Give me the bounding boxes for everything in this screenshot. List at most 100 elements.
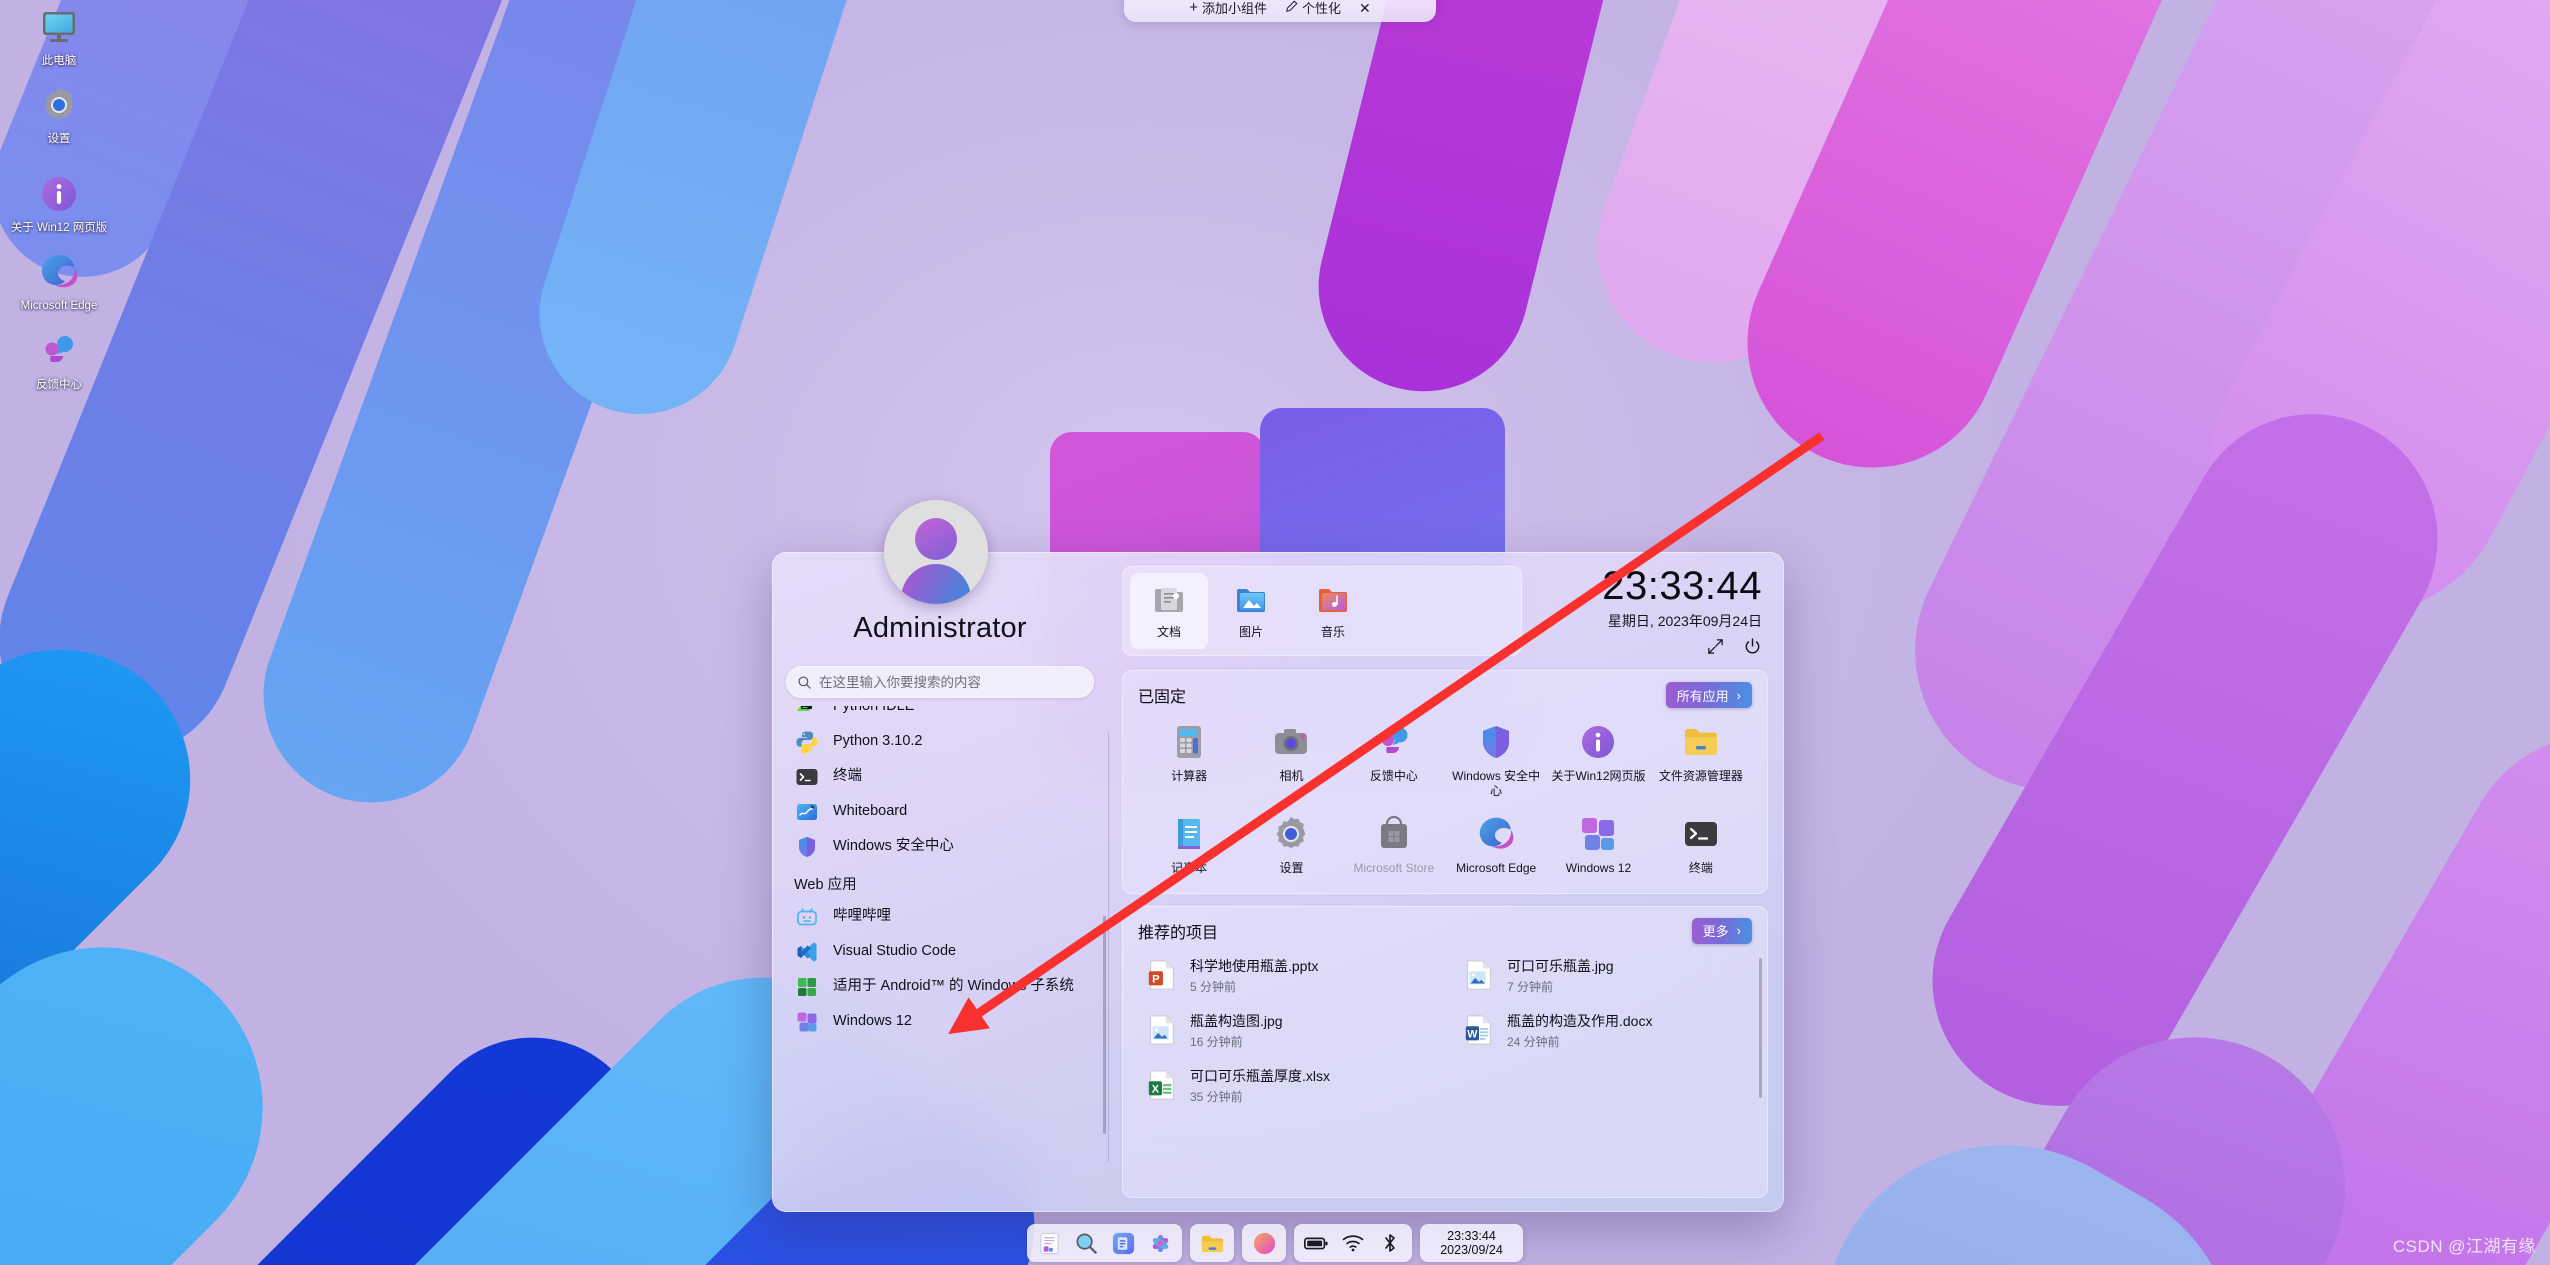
app-list-item-windows12[interactable]: Windows 12: [790, 1004, 1098, 1039]
quick-folder-label: 音乐: [1320, 625, 1345, 639]
recommended-item[interactable]: W 瓶盖的构造及作用.docx 24 分钟前: [1455, 1005, 1752, 1056]
desktop-icon-label: 关于 Win12 网页版: [10, 221, 108, 234]
taskbar-group-explorer: [1190, 1224, 1235, 1262]
recommended-item-name: 瓶盖构造图.jpg: [1190, 1012, 1283, 1029]
chevron-right-icon: ›: [1736, 687, 1741, 703]
desktop-icon-label: 此电脑: [41, 55, 77, 67]
desktop-icon-label: 设置: [47, 133, 71, 146]
personalize-button[interactable]: 个性化: [1285, 0, 1341, 17]
shield-icon: [794, 834, 820, 860]
desktop-icon-edge[interactable]: Microsoft Edge: [3, 249, 115, 313]
search-box[interactable]: [786, 666, 1094, 698]
pinned-item-calculator[interactable]: 计算器: [1138, 714, 1240, 802]
desktop-icon-about-win12[interactable]: 关于 Win12 网页版: [3, 171, 115, 235]
battery-icon[interactable]: [1302, 1229, 1330, 1257]
pinned-item-notepad[interactable]: 记事本: [1138, 806, 1240, 880]
power-icon[interactable]: [1743, 637, 1762, 656]
close-widget-bar-button[interactable]: ✕: [1359, 0, 1371, 17]
app-list[interactable]: Python IDLE Python 3.10.2: [772, 706, 1108, 1212]
feedback-icon: [36, 328, 82, 374]
windows12-icon: [1576, 812, 1620, 856]
pinned-item-terminal[interactable]: 终端: [1650, 806, 1752, 880]
recommended-item[interactable]: 瓶盖构造图.jpg 16 分钟前: [1138, 1005, 1435, 1056]
pinned-item-label: 反馈中心: [1369, 769, 1418, 783]
app-list-item-python-idle[interactable]: Python IDLE: [790, 706, 1098, 724]
pinned-item-feedback[interactable]: 反馈中心: [1343, 714, 1445, 802]
quick-folders-card: 文档 图片 音乐: [1122, 566, 1522, 656]
app-list-item-label: Windows 12: [833, 1012, 912, 1029]
quick-folder-documents[interactable]: 文档: [1130, 573, 1208, 649]
pinned-item-label: Microsoft Store: [1353, 861, 1435, 876]
app-list-scrollbar[interactable]: [1103, 916, 1106, 1134]
add-widget-button[interactable]: + 添加小组件: [1189, 0, 1267, 17]
pinned-item-windows12[interactable]: Windows 12: [1547, 806, 1649, 880]
app-list-item-windows-security[interactable]: Windows 安全中心: [790, 829, 1098, 864]
desktop-icon-settings[interactable]: 设置: [3, 82, 115, 146]
expand-icon[interactable]: [1706, 637, 1725, 656]
edge-circle-icon[interactable]: [1250, 1229, 1278, 1257]
clock-date: 星期日, 2023年09月24日: [1607, 613, 1762, 629]
personalize-label: 个性化: [1302, 1, 1342, 16]
pinned-item-label: 记事本: [1171, 861, 1208, 876]
pinned-item-settings[interactable]: 设置: [1240, 806, 1342, 880]
pinned-item-label: Microsoft Edge: [1456, 861, 1537, 876]
column-divider: [1108, 732, 1109, 1162]
pinned-item-camera[interactable]: 相机: [1240, 714, 1342, 802]
image-file-icon: [1146, 1013, 1178, 1047]
recommended-item-text: 瓶盖的构造及作用.docx 24 分钟前: [1507, 1011, 1652, 1050]
start-menu-left-column: Administrator 在这里输入你要搜索的内容 Python 3.10.2…: [772, 552, 1108, 1212]
pinned-item-about-win12[interactable]: 关于Win12网页版: [1547, 714, 1649, 802]
task-view-icon[interactable]: [1146, 1229, 1174, 1257]
recommended-scrollbar[interactable]: [1759, 957, 1762, 1098]
search-icon[interactable]: [1072, 1229, 1100, 1257]
more-button[interactable]: 更多 ›: [1691, 917, 1752, 944]
app-list-item-wsa[interactable]: 适用于 Android™ 的 Windows 子系统: [790, 969, 1098, 1004]
recommended-item[interactable]: P 科学地使用瓶盖.pptx 5 分钟前: [1138, 950, 1435, 1001]
recommended-item-time: 35 分钟前: [1190, 1089, 1243, 1104]
quick-folder-pictures[interactable]: 图片: [1212, 573, 1290, 649]
taskbar-clock[interactable]: 23:33:44 2023/09/24: [1428, 1229, 1515, 1257]
app-list-section-web: Web 应用: [794, 877, 857, 893]
quick-access-row: 文档 图片 音乐 23:33:44 星期日, 2023年09月24日: [1122, 566, 1768, 658]
pinned-item-windows-security[interactable]: Windows 安全中心: [1445, 714, 1547, 802]
pinned-item-edge[interactable]: Microsoft Edge: [1445, 806, 1547, 880]
chevron-right-icon: ›: [1736, 923, 1741, 939]
app-list-item-python[interactable]: Python 3.10.2: [790, 724, 1098, 759]
file-explorer-icon[interactable]: [1198, 1229, 1226, 1257]
add-widget-label: 添加小组件: [1202, 1, 1268, 16]
search-input[interactable]: [819, 674, 1083, 690]
desktop-icon-feedback[interactable]: 反馈中心: [3, 328, 115, 392]
recommended-item-time: 16 分钟前: [1190, 1034, 1243, 1049]
recommended-item-time: 24 分钟前: [1507, 1034, 1560, 1049]
quick-folder-music[interactable]: 音乐: [1294, 573, 1372, 649]
recommended-item-time: 7 分钟前: [1507, 979, 1554, 994]
monitor-icon: [36, 4, 82, 50]
widgets-icon[interactable]: [1035, 1229, 1063, 1257]
quick-folder-label: 文档: [1156, 625, 1181, 639]
recommended-item-name: 可口可乐瓶盖厚度.xlsx: [1190, 1067, 1330, 1084]
pictures-folder-icon: [1232, 582, 1270, 618]
recommended-item[interactable]: 可口可乐瓶盖.jpg 7 分钟前: [1455, 950, 1752, 1001]
folder-icon: [1679, 720, 1723, 764]
app-list-item-label: Whiteboard: [833, 802, 908, 819]
pinned-grid: 计算器 相机 反馈中心 Windows 安全中心 关于Win12网页版 文件资源…: [1138, 714, 1752, 880]
app-list-item-vscode[interactable]: Visual Studio Code: [790, 934, 1098, 969]
recommended-item[interactable]: X 可口可乐瓶盖厚度.xlsx 35 分钟前: [1138, 1060, 1435, 1111]
android-subsystem-icon: [794, 974, 820, 1000]
app-list-item-whiteboard[interactable]: Whiteboard: [790, 794, 1098, 829]
start-icon[interactable]: [1109, 1229, 1137, 1257]
app-list-item-terminal[interactable]: 终端: [790, 759, 1098, 794]
username-label: Administrator: [853, 612, 1027, 644]
app-list-item-bilibili[interactable]: 哔哩哔哩: [790, 899, 1098, 934]
pinned-item-label: 文件资源管理器: [1658, 769, 1743, 783]
svg-text:P: P: [1152, 974, 1160, 986]
clock-actions: [1706, 637, 1762, 656]
pinned-item-file-explorer[interactable]: 文件资源管理器: [1650, 714, 1752, 802]
bluetooth-icon[interactable]: [1376, 1229, 1404, 1257]
pinned-panel: 已固定 所有应用 › 计算器 相机 反馈中心 Windows 安全中心 关于Wi…: [1122, 670, 1768, 894]
wifi-icon[interactable]: [1339, 1229, 1367, 1257]
desktop-icon-this-pc[interactable]: 此电脑: [3, 4, 115, 68]
pinned-item-microsoft-store[interactable]: Microsoft Store: [1343, 806, 1445, 880]
more-label: 更多: [1702, 924, 1729, 940]
all-apps-button[interactable]: 所有应用 ›: [1665, 682, 1752, 708]
